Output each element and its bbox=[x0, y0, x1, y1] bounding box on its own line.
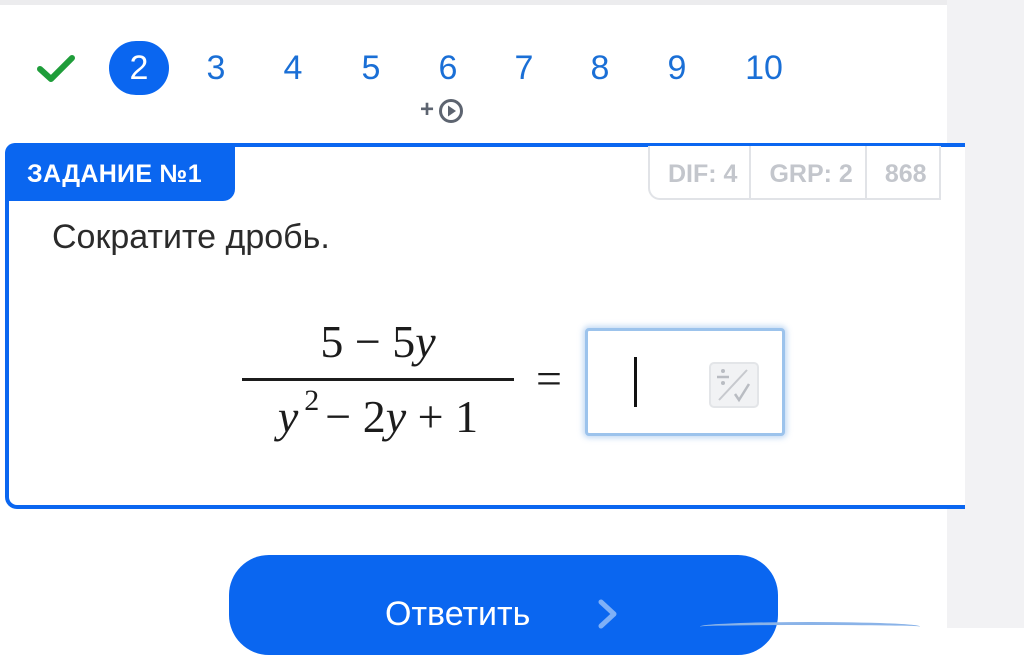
denominator-variable: y bbox=[277, 391, 299, 442]
equals-sign: = bbox=[536, 353, 562, 404]
nav-item-7[interactable]: 7 bbox=[508, 41, 540, 95]
question-navigator: 2 3 4 5 6 7 8 9 10 + bbox=[0, 0, 947, 130]
task-prompt: Сократите дробь. bbox=[52, 218, 330, 256]
nav-item-8[interactable]: 8 bbox=[584, 41, 616, 95]
fraction-bar bbox=[242, 378, 514, 381]
nav-item-3[interactable]: 3 bbox=[200, 41, 232, 95]
denominator-middle: − 2 bbox=[325, 391, 386, 442]
task-meta: DIF: 4 GRP: 2 868 bbox=[648, 146, 941, 202]
video-badge[interactable]: + bbox=[420, 96, 466, 126]
denominator-exponent: 2 bbox=[304, 384, 320, 417]
difficulty-badge: DIF: 4 bbox=[648, 146, 752, 200]
play-circle-icon bbox=[439, 99, 463, 123]
nav-item-5[interactable]: 5 bbox=[355, 41, 387, 95]
submit-label: Ответить bbox=[385, 595, 531, 633]
denominator-tail: + 1 bbox=[417, 391, 479, 442]
nav-item-6[interactable]: 6 bbox=[432, 41, 464, 95]
fraction-root-icon[interactable] bbox=[709, 362, 759, 408]
check-icon[interactable] bbox=[36, 50, 76, 86]
numerator-constant: 5 − 5 bbox=[320, 316, 416, 367]
plus-label: + bbox=[420, 96, 435, 123]
submit-answer-button[interactable]: Ответить bbox=[229, 555, 778, 655]
nav-item-active[interactable]: 2 bbox=[109, 41, 169, 95]
chevron-right-icon bbox=[598, 599, 617, 629]
fraction-denominator: y 2− 2y + 1 bbox=[242, 384, 514, 443]
fraction-numerator: 5 − 5y bbox=[242, 315, 514, 368]
group-badge: GRP: 2 bbox=[749, 146, 867, 200]
nav-item-4[interactable]: 4 bbox=[277, 41, 309, 95]
denominator-variable-2: y bbox=[385, 391, 407, 442]
bottom-accent bbox=[700, 622, 920, 631]
task-number-tag: ЗАДАНИЕ №1 bbox=[5, 143, 235, 201]
task-id-badge: 868 bbox=[864, 146, 941, 200]
numerator-variable: y bbox=[415, 316, 436, 367]
nav-item-9[interactable]: 9 bbox=[661, 41, 693, 95]
text-caret bbox=[634, 357, 637, 407]
nav-item-10[interactable]: 10 bbox=[742, 41, 786, 95]
